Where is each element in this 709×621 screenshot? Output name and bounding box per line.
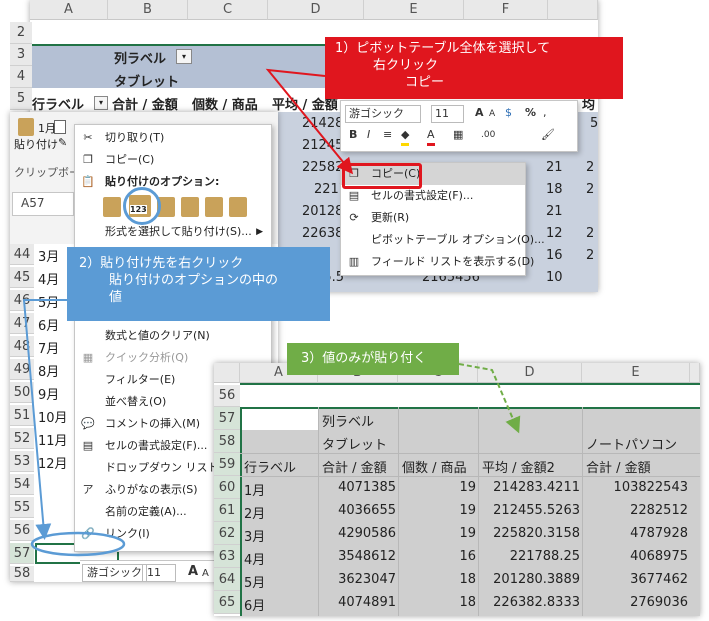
arrow-step2 [22, 299, 67, 540]
arrow-step3 [458, 363, 521, 434]
arrow-step1 [265, 68, 354, 175]
annotation-arrows [22, 68, 521, 557]
target-cell-ellipse [30, 531, 126, 557]
